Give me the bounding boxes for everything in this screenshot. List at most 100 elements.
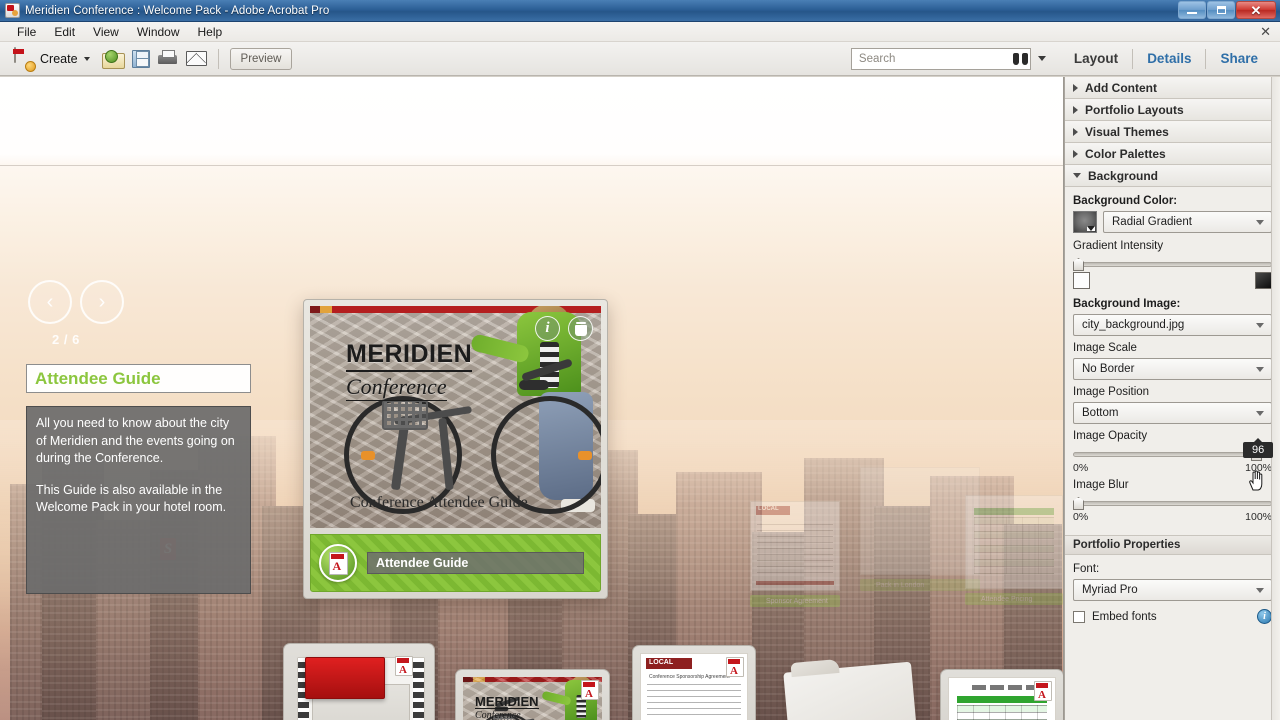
ghost-sheet-lines [757, 524, 833, 574]
create-label: Create [40, 51, 78, 66]
prev-button[interactable]: ‹ [28, 280, 72, 324]
portfolio-viewer[interactable]: S ‹ › 2 / 6 Attendee Guide All you need … [0, 77, 1064, 720]
image-position-label: Image Position [1073, 386, 1150, 398]
create-document-icon [14, 46, 16, 63]
menu-help[interactable]: Help [189, 23, 232, 41]
ghost-card-pack-in-london[interactable]: Pack in London [860, 467, 980, 593]
window-title: Meridien Conference : Welcome Pack - Ado… [25, 4, 330, 17]
open-button[interactable] [98, 46, 128, 72]
image-blur-range: 0% 100% [1073, 511, 1272, 523]
accordion-label: Visual Themes [1085, 124, 1169, 139]
save-button[interactable] [128, 46, 154, 72]
gradient-start-color-swatch[interactable] [1073, 272, 1090, 289]
chevron-down-icon [1256, 367, 1264, 372]
featured-card[interactable]: MERIDIEN Conference Conference Attendee … [303, 299, 608, 599]
minimize-button[interactable] [1178, 1, 1206, 19]
chevron-down-icon [83, 56, 90, 61]
gradient-end-color-swatch[interactable] [1255, 272, 1272, 289]
slider-track [1073, 262, 1272, 267]
title-bar: Meridien Conference : Welcome Pack - Ado… [0, 0, 1280, 22]
menu-window[interactable]: Window [128, 23, 189, 41]
ghost-card-name: Sponsor Agreement [750, 595, 840, 607]
file-description-field[interactable]: All you need to know about the city of M… [26, 406, 251, 594]
background-image-select[interactable]: city_background.jpg [1073, 314, 1272, 336]
next-button[interactable]: › [80, 280, 124, 324]
tab-details[interactable]: Details [1133, 51, 1205, 66]
background-color-swatch[interactable] [1073, 211, 1097, 233]
image-scale-select[interactable]: No Border [1073, 358, 1272, 380]
image-scale-value: No Border [1082, 363, 1135, 375]
toolbar: Create Preview Layout Details Share [0, 42, 1280, 76]
font-select[interactable]: Myriad Pro [1073, 579, 1272, 601]
thumbnail-spreadsheet[interactable] [940, 669, 1064, 720]
image-blur-slider[interactable] [1073, 497, 1272, 510]
menu-view[interactable]: View [84, 23, 128, 41]
document-close-icon[interactable]: ✕ [1260, 25, 1271, 38]
ghost-card-sponsor-agreement[interactable]: LOCAL Sponsor Agreement [750, 501, 840, 611]
search-options-chevron-down-icon[interactable] [1037, 56, 1046, 61]
attendee-guide-cover: MERIDIEN Conference Conference Attendee … [463, 677, 602, 720]
ghost-sheet-label: LOCAL [758, 506, 779, 512]
gradient-intensity-slider[interactable] [1073, 258, 1272, 271]
tab-layout[interactable]: Layout [1060, 51, 1132, 66]
chevron-down-icon [1256, 411, 1264, 416]
toolbar-divider [217, 48, 219, 69]
blur-min-label: 0% [1073, 511, 1089, 523]
create-button[interactable]: Create [8, 46, 98, 72]
accordion-label: Add Content [1085, 80, 1157, 95]
accordion-background[interactable]: Background [1065, 165, 1280, 187]
sheet-label: LOCAL [649, 659, 674, 666]
email-button[interactable] [182, 46, 211, 72]
menu-edit[interactable]: Edit [45, 23, 84, 41]
accordion-visual-themes[interactable]: Visual Themes [1065, 121, 1280, 143]
portfolio-properties-header[interactable]: Portfolio Properties [1065, 535, 1280, 555]
slider-handle[interactable] [1073, 258, 1084, 271]
accordion-add-content[interactable]: Add Content [1065, 77, 1280, 99]
preview-button[interactable]: Preview [229, 47, 293, 70]
cover-brand: MERIDIEN Conference [346, 342, 473, 401]
image-scale-label: Image Scale [1073, 342, 1137, 354]
thumbnail-sponsorship-agreement[interactable]: LOCAL Conference Sponsorship Agreement [632, 645, 756, 720]
card-action-badges: i [535, 316, 593, 341]
save-icon [131, 49, 150, 68]
accordion-portfolio-layouts[interactable]: Portfolio Layouts [1065, 99, 1280, 121]
search-box[interactable] [850, 47, 1031, 70]
print-button[interactable] [154, 46, 182, 72]
ghost-card-attendee-pricing[interactable]: Attendee Pricing [965, 495, 1063, 607]
info-icon[interactable]: i [1257, 609, 1272, 624]
pdf-icon [726, 657, 744, 677]
file-title-field[interactable]: Attendee Guide [26, 364, 251, 393]
accordion-color-palettes[interactable]: Color Palettes [1065, 143, 1280, 165]
mouse-cursor-hand-icon [1249, 470, 1263, 491]
search-input[interactable] [858, 52, 1013, 65]
thumbnail-folder[interactable] [783, 661, 921, 720]
image-opacity-label: Image Opacity [1073, 430, 1148, 442]
cover-caption: Conference Attendee Guide [350, 494, 528, 511]
featured-file-name-field[interactable]: Attendee Guide [367, 552, 584, 574]
maximize-button[interactable] [1207, 1, 1235, 19]
panel-scrollbar[interactable] [1271, 77, 1280, 720]
image-blur-label: Image Blur [1073, 479, 1129, 491]
slider-handle[interactable] [1073, 497, 1084, 510]
chevron-down-icon [1256, 220, 1264, 225]
image-position-select[interactable]: Bottom [1073, 402, 1272, 424]
thumb-brand-line-2: Conference [475, 710, 521, 720]
thumbnail-film-reel[interactable] [283, 643, 435, 720]
info-badge-button[interactable]: i [535, 316, 560, 341]
delete-badge-button[interactable] [568, 316, 593, 341]
chevron-right-icon [1073, 149, 1078, 158]
binoculars-icon[interactable] [1012, 52, 1028, 65]
font-value: Myriad Pro [1082, 584, 1138, 596]
ghost-card-name: Pack in London [860, 579, 980, 591]
menu-bar: File Edit View Window Help ✕ [0, 22, 1280, 42]
accordion-label: Background [1088, 168, 1159, 183]
thumbnail-attendee-guide[interactable]: MERIDIEN Conference Conference Attendee … [455, 669, 610, 720]
search-area [850, 47, 1046, 70]
embed-fonts-checkbox[interactable] [1073, 610, 1085, 623]
close-button[interactable]: ✕ [1236, 1, 1276, 19]
gradient-intensity-label: Gradient Intensity [1073, 240, 1164, 252]
tab-share[interactable]: Share [1206, 51, 1272, 66]
embed-fonts-row: Embed fonts i [1073, 609, 1272, 624]
menu-file[interactable]: File [8, 23, 45, 41]
background-color-mode-select[interactable]: Radial Gradient [1103, 211, 1272, 233]
